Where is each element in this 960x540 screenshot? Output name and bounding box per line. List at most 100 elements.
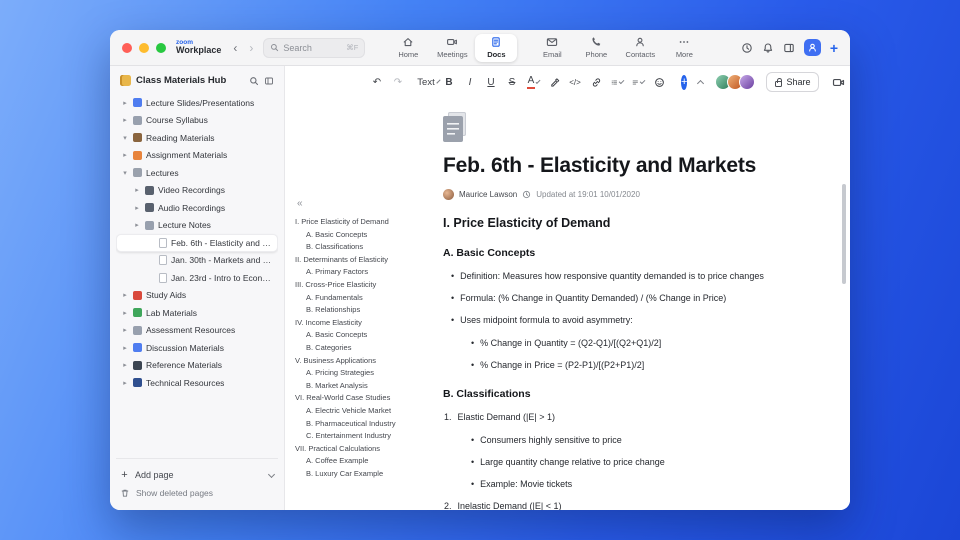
doc-list-item[interactable]: • Large quantity change relative to price… <box>443 457 827 469</box>
tab-email[interactable]: Email <box>531 34 573 62</box>
sidebar-search-icon[interactable] <box>249 76 259 86</box>
collaborator-avatar[interactable] <box>739 74 756 90</box>
chevron-right-icon[interactable]: ▸ <box>133 204 141 212</box>
text-style-dropdown[interactable]: Text <box>417 73 441 91</box>
sidebar-item[interactable]: ▾ Reading Materials <box>116 129 278 147</box>
notifications-bell-icon[interactable] <box>762 42 774 54</box>
outline-item[interactable]: B. Categories <box>295 342 443 355</box>
outline-item[interactable]: A. Pricing Strategies <box>295 367 443 380</box>
doc-scrollbar[interactable] <box>842 184 846 284</box>
doc-list-item[interactable]: • % Change in Quantity = (Q2-Q1)/[(Q2+Q1)… <box>443 338 827 350</box>
undo-button[interactable]: ↶ <box>369 73 385 91</box>
tab-phone[interactable]: Phone <box>575 34 617 62</box>
chevron-down-icon[interactable]: ▾ <box>121 169 129 177</box>
chevron-right-icon[interactable]: ▸ <box>121 151 129 159</box>
global-search-input[interactable]: Search ⌘F <box>263 37 366 58</box>
chevron-right-icon[interactable]: ▸ <box>121 361 129 369</box>
align-button[interactable] <box>630 73 646 91</box>
tab-more[interactable]: More <box>663 34 705 62</box>
emoji-button[interactable] <box>651 73 667 91</box>
insert-plus-button[interactable]: + <box>681 74 688 90</box>
doc-list-item[interactable]: • Uses midpoint formula to avoid asymmetr… <box>443 315 827 327</box>
font-color-button[interactable]: A <box>525 73 541 91</box>
window-control-light[interactable] <box>156 42 166 53</box>
history-clock-icon[interactable] <box>741 42 753 54</box>
outline-collapse-button[interactable]: « <box>295 198 443 209</box>
chevron-right-icon[interactable]: ▸ <box>121 326 129 334</box>
outline-item[interactable]: A. Electric Vehicle Market <box>295 405 443 418</box>
doc-list-item[interactable]: 2. Inelastic Demand (|E| < 1) <box>443 501 827 510</box>
sidebar-item[interactable]: ▸ Assignment Materials <box>116 147 278 165</box>
nav-forward-button[interactable]: › <box>243 40 259 56</box>
italic-button[interactable]: I <box>462 73 478 91</box>
chevron-right-icon[interactable]: ▸ <box>121 99 129 107</box>
collapse-toolbar-button[interactable] <box>692 73 708 91</box>
bold-button[interactable]: B <box>441 73 457 91</box>
sidebar-item[interactable]: ▸ Assessment Resources <box>116 322 278 340</box>
underline-button[interactable]: U <box>483 73 499 91</box>
nav-back-button[interactable]: ‹ <box>227 40 243 56</box>
doc-body[interactable]: I. Price Elasticity of Demand A. Basic Co… <box>443 216 827 510</box>
video-camera-icon[interactable] <box>832 76 845 89</box>
show-deleted-pages-button[interactable]: Show deleted pages <box>116 484 278 502</box>
chevron-right-icon[interactable]: ▸ <box>121 344 129 352</box>
sidebar-item[interactable]: ▸ Discussion Materials <box>116 339 278 357</box>
sidebar-item[interactable]: ▸ Audio Recordings <box>116 199 278 217</box>
strikethrough-button[interactable]: S <box>504 73 520 91</box>
add-page-button[interactable]: + Add page <box>116 466 278 484</box>
sidebar-item[interactable]: Jan. 23rd - Intro to Econo... <box>116 269 278 287</box>
sidebar-item[interactable]: Jan. 30th - Markets and P... <box>116 252 278 270</box>
sidebar-item[interactable]: ▸ Course Syllabus <box>116 112 278 130</box>
outline-item[interactable]: IV. Income Elasticity <box>295 317 443 330</box>
sidebar-item[interactable]: ▸ Study Aids <box>116 287 278 305</box>
outline-item[interactable]: B. Relationships <box>295 304 443 317</box>
sidebar-item[interactable]: ▸ Lecture Slides/Presentations <box>116 94 278 112</box>
outline-item[interactable]: III. Cross-Price Elasticity <box>295 279 443 292</box>
sidebar-item[interactable]: ▾ Lectures <box>116 164 278 182</box>
sidebar-item[interactable]: ▸ Technical Resources <box>116 374 278 392</box>
chevron-right-icon[interactable]: ▸ <box>121 309 129 317</box>
doc-list-item[interactable]: • % Change in Price = (P2-P1)/[(P2+P1)/2] <box>443 360 827 372</box>
doc-content[interactable]: Feb. 6th - Elasticity and Markets Mauric… <box>443 98 827 510</box>
sidebar-item[interactable]: ▸ Lab Materials <box>116 304 278 322</box>
share-button[interactable]: Share <box>766 72 820 92</box>
chevron-right-icon[interactable]: ▸ <box>133 221 141 229</box>
code-button[interactable]: </> <box>567 73 583 91</box>
sidebar-item[interactable]: ▸ Video Recordings <box>116 182 278 200</box>
outline-item[interactable]: VII. Practical Calculations <box>295 443 443 456</box>
tab-home[interactable]: Home <box>387 34 429 62</box>
sidebar-item[interactable]: ▸ Reference Materials <box>116 357 278 375</box>
outline-item[interactable]: B. Luxury Car Example <box>295 468 443 481</box>
side-panel-icon[interactable] <box>783 42 795 54</box>
outline-item[interactable]: B. Classifications <box>295 241 443 254</box>
outline-item[interactable]: A. Fundamentals <box>295 292 443 305</box>
collapse-sidebar-icon[interactable] <box>264 76 274 86</box>
doc-heading[interactable]: I. Price Elasticity of Demand <box>443 216 827 230</box>
outline-item[interactable]: B. Pharmaceutical Industry <box>295 418 443 431</box>
outline-item[interactable]: I. Price Elasticity of Demand <box>295 216 443 229</box>
sidebar-item[interactable]: ▸ Lecture Notes <box>116 217 278 235</box>
doc-list-item[interactable]: • Example: Movie tickets <box>443 479 827 491</box>
doc-list-item[interactable]: 1. Elastic Demand (|E| > 1) <box>443 412 827 424</box>
outline-item[interactable]: V. Business Applications <box>295 355 443 368</box>
outline-item[interactable]: A. Basic Concepts <box>295 329 443 342</box>
outline-item[interactable]: A. Primary Factors <box>295 266 443 279</box>
tab-docs[interactable]: Docs <box>475 33 518 62</box>
doc-list-item[interactable]: • Definition: Measures how responsive qua… <box>443 271 827 283</box>
outline-item[interactable]: VI. Real-World Case Studies <box>295 392 443 405</box>
user-avatar[interactable] <box>803 39 821 56</box>
outline-item[interactable]: C. Entertainment Industry <box>295 430 443 443</box>
chevron-right-icon[interactable]: ▸ <box>133 186 141 194</box>
chevron-right-icon[interactable]: ▸ <box>121 379 129 387</box>
highlighter-button[interactable] <box>546 73 562 91</box>
chevron-right-icon[interactable]: ▸ <box>121 116 129 124</box>
tab-contacts[interactable]: Contacts <box>619 34 661 62</box>
doc-list-item[interactable]: • Formula: (% Change in Quantity Demanded… <box>443 293 827 305</box>
outline-item[interactable]: A. Basic Concepts <box>295 229 443 242</box>
doc-heading[interactable]: B. Classifications <box>443 388 827 400</box>
doc-title[interactable]: Feb. 6th - Elasticity and Markets <box>443 154 827 178</box>
outline-item[interactable]: B. Market Analysis <box>295 380 443 393</box>
outline-item[interactable]: II. Determinants of Elasticity <box>295 254 443 267</box>
chevron-right-icon[interactable]: ▸ <box>121 291 129 299</box>
chevron-down-icon[interactable]: ▾ <box>121 134 129 142</box>
